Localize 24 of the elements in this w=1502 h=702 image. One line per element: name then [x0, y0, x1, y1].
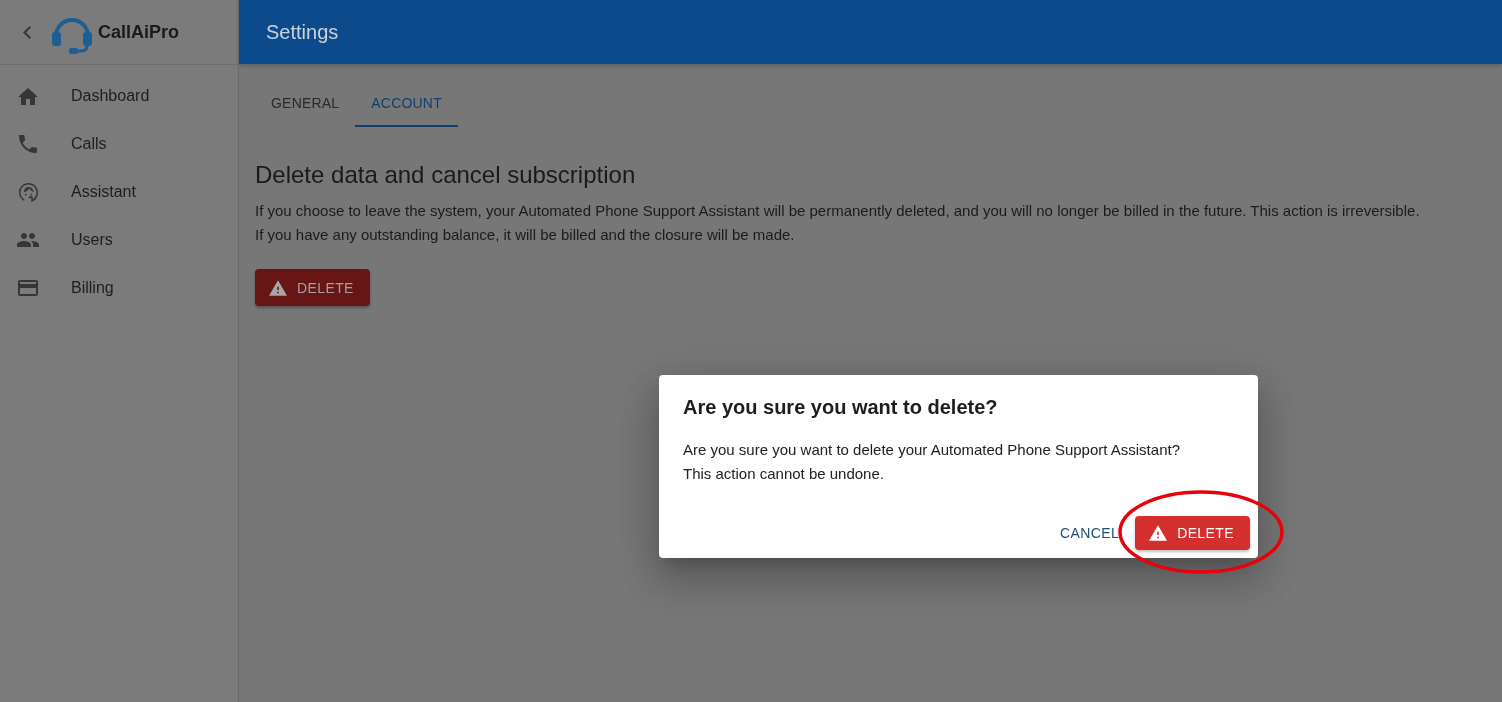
- warning-icon: [269, 279, 287, 296]
- credit-card-icon: [18, 280, 38, 296]
- delete-button[interactable]: DELETE: [1135, 516, 1250, 550]
- people-icon: [17, 233, 39, 247]
- home-icon: [18, 87, 38, 105]
- section-heading: Delete data and cancel subscription: [255, 160, 637, 190]
- phone-icon: [19, 135, 37, 153]
- page-title: Settings: [266, 20, 339, 44]
- delete-button[interactable]: DELETE: [255, 269, 370, 306]
- cancel-button[interactable]: CANCEL: [1051, 516, 1128, 550]
- warning-icon: [1149, 525, 1168, 541]
- nav-item[interactable]: Dashboard: [0, 72, 238, 120]
- dialog-message: Are you sure you want to delete your Automated Phone Support Assistant? This action cannot be undone.: [682, 440, 1181, 484]
- nav-item[interactable]: Assistant: [0, 168, 238, 216]
- tab[interactable]: ACCOUNT: [355, 79, 458, 127]
- nav-item[interactable]: Users: [0, 216, 238, 264]
- nav-item[interactable]: Calls: [0, 120, 238, 168]
- dialog-title: Are you sure you want to delete?: [682, 395, 999, 420]
- warning-paragraph: If you choose to leave the system, your Automated Phone Support Assistant will be permanently deleted, and you will no longer be billed in the future. This action is irreversible. If you have any outstanding balance, it will be billed and the closure will be made.: [255, 201, 1421, 245]
- nav-item[interactable]: Billing: [0, 264, 238, 312]
- logo-text: CallAiPro: [98, 21, 180, 43]
- face-icon: [18, 182, 38, 202]
- chevron-left-icon[interactable]: [23, 25, 31, 39]
- tab[interactable]: GENERAL: [255, 79, 356, 127]
